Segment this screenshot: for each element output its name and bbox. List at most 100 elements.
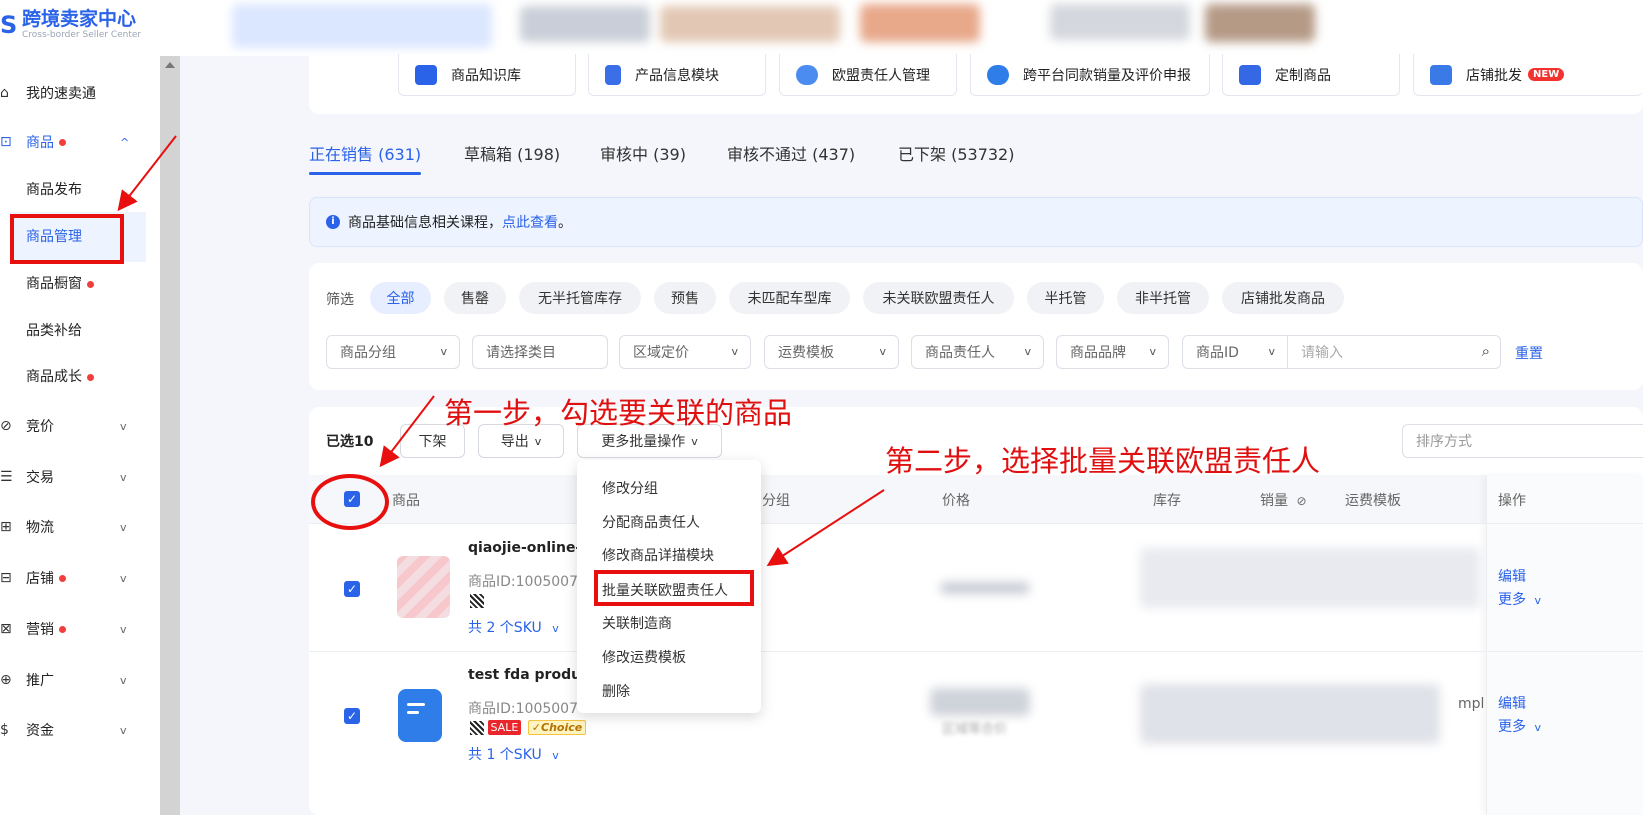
tool-label: 商品知识库 <box>451 67 521 84</box>
sidebar-item-label: 推广 <box>26 673 54 689</box>
help-icon[interactable]: ⊘ <box>1296 494 1306 508</box>
select-product-owner[interactable]: 商品责任人 v <box>911 335 1044 369</box>
menu-item-change-group[interactable]: 修改分组 <box>602 478 658 498</box>
tab-drafts[interactable]: 草稿箱 (198) <box>464 141 560 165</box>
filter-chip-shop-wholesale[interactable]: 店铺批发商品 <box>1222 282 1344 314</box>
notice-end: 。 <box>558 215 572 231</box>
tool-knowledge-base[interactable]: 商品知识库 <box>398 54 576 96</box>
chart-globe-icon <box>987 64 1009 85</box>
brand-mark-icon: S <box>0 10 18 39</box>
select-shipping-template[interactable]: 运费模板 v <box>764 335 899 369</box>
tool-shop-wholesale[interactable]: 店铺批发 NEW <box>1413 54 1643 96</box>
annotation-step-1: 第一步，勾选要关联的商品 <box>444 396 793 430</box>
chevron-down-icon: v <box>879 345 886 358</box>
column-header-stock: 库存 <box>1153 493 1181 509</box>
shop-icon: ⊟ <box>0 570 12 586</box>
reset-button[interactable]: 重置 <box>1515 343 1543 363</box>
sidebar-item-logistics[interactable]: ⊞ 物流 v <box>0 507 160 547</box>
tool-cross-platform-declaration[interactable]: 跨平台同款销量及评价申报 <box>970 54 1210 96</box>
menu-item-delete[interactable]: 删除 <box>602 681 630 701</box>
tab-review-failed[interactable]: 审核不通过 (437) <box>727 141 855 165</box>
filter-chip-sold-out[interactable]: 售罄 <box>444 282 506 314</box>
product-name[interactable]: test fda produc <box>468 667 578 683</box>
menu-item-link-manufacturer[interactable]: 关联制造商 <box>602 613 672 633</box>
chevron-down-icon: v <box>1268 345 1275 358</box>
blurred-header-block <box>1205 4 1315 42</box>
product-thumbnail[interactable] <box>397 556 450 618</box>
blurred-header-block <box>660 6 840 42</box>
sidebar-item-label: 资金 <box>26 723 54 739</box>
sku-count: 共 1 个SKU <box>468 747 542 763</box>
notice-link[interactable]: 点此查看 <box>502 212 558 232</box>
sidebar-item-home[interactable]: ⌂ 我的速卖通 <box>0 73 160 113</box>
filter-chip-all[interactable]: 全部 <box>370 282 431 314</box>
column-header-actions: 操作 <box>1498 493 1526 509</box>
sidebar-subitem-publish[interactable]: 商品发布 <box>26 175 82 205</box>
tab-under-review[interactable]: 审核中 (39) <box>600 141 686 165</box>
sidebar-item-products[interactable]: ⊡ 商品 ^ <box>0 122 160 162</box>
sku-count: 共 2 个SKU <box>468 620 542 636</box>
row-more-menu[interactable]: 更多 v <box>1498 589 1541 609</box>
filter-chip-semi-managed[interactable]: 半托管 <box>1027 282 1104 314</box>
filter-chip-no-eu-representative[interactable]: 未关联欧盟责任人 <box>863 282 1014 314</box>
chevron-down-icon: v <box>731 345 738 358</box>
search-placeholder: 请输入 <box>1301 345 1343 361</box>
product-thumbnail[interactable] <box>398 689 442 742</box>
filter-chip-no-semi-managed-stock[interactable]: 无半托管库存 <box>519 282 641 314</box>
edit-doc-icon <box>407 703 425 706</box>
qr-code-icon[interactable] <box>470 594 484 608</box>
sort-select[interactable]: 排序方式 <box>1402 424 1643 458</box>
row-more-menu[interactable]: 更多 v <box>1498 716 1541 736</box>
sku-toggle[interactable]: 共 2 个SKU v <box>468 617 559 637</box>
tool-eu-representative[interactable]: 欧盟责任人管理 <box>779 54 957 96</box>
menu-item-change-shipping-template[interactable]: 修改运费模板 <box>602 647 686 667</box>
column-header-price: 价格 <box>942 493 970 509</box>
tool-custom-products[interactable]: 定制商品 <box>1222 54 1400 96</box>
tab-on-sale[interactable]: 正在销售 (631) <box>309 141 421 165</box>
chevron-down-icon: v <box>1149 345 1156 358</box>
chevron-down-icon: v <box>120 571 127 585</box>
button-label: 更多批量操作 <box>601 434 686 450</box>
column-header-sales: 销量 ⊘ <box>1260 490 1307 510</box>
row-checkbox[interactable]: ✓ <box>344 581 360 597</box>
search-icon[interactable]: ⌕ <box>1482 342 1490 360</box>
sidebar-item-funds[interactable]: $ 资金 v <box>0 710 160 750</box>
menu-item-assign-owner[interactable]: 分配商品责任人 <box>602 512 700 532</box>
annotation-step-2: 第二步，选择批量关联欧盟责任人 <box>885 444 1321 478</box>
select-product-group[interactable]: 商品分组 v <box>326 335 460 369</box>
sort-placeholder: 排序方式 <box>1416 434 1472 450</box>
product-id-search-input[interactable]: 请输入 ⌕ <box>1287 335 1501 369</box>
filter-chip-no-vehicle-match[interactable]: 未匹配车型库 <box>729 282 850 314</box>
sidebar-scrollbar[interactable] <box>160 56 180 815</box>
sku-toggle[interactable]: 共 1 个SKU v <box>468 744 559 764</box>
sidebar-item-shop[interactable]: ⊟ 店铺 v <box>0 558 160 598</box>
tab-offline[interactable]: 已下架 (53732) <box>898 141 1014 165</box>
sidebar-item-promotion[interactable]: ⊕ 推广 v <box>0 660 160 700</box>
menu-item-change-detail-module[interactable]: 修改商品详描模块 <box>602 545 714 565</box>
sidebar-subitem-showcase[interactable]: 商品橱窗 <box>26 269 94 299</box>
brand-logo[interactable]: S 跨境卖家中心 Cross-border Seller Center <box>0 8 141 41</box>
sidebar-item-bidding[interactable]: ⊘ 竞价 v <box>0 406 160 446</box>
sidebar-item-trade[interactable]: ☰ 交易 v <box>0 457 160 497</box>
qr-code-icon[interactable] <box>470 721 484 735</box>
select-product-brand[interactable]: 商品品牌 v <box>1056 335 1169 369</box>
select-regional-pricing[interactable]: 区域定价 v <box>619 335 751 369</box>
sidebar-subitem-category-supply[interactable]: 品类补给 <box>26 316 82 346</box>
info-notice: i 商品基础信息相关课程， 点此查看 。 <box>309 197 1643 247</box>
scroll-up-arrow-icon[interactable] <box>165 62 175 68</box>
sidebar-subitem-growth[interactable]: 商品成长 <box>26 362 94 392</box>
product-tags: SALE ✓Choice <box>470 720 587 735</box>
filter-chip-presale[interactable]: 预售 <box>654 282 716 314</box>
row-checkbox[interactable]: ✓ <box>344 708 360 724</box>
product-name[interactable]: qiaojie-online-1 <box>468 540 578 556</box>
row-edit-link[interactable]: 编辑 <box>1498 566 1526 586</box>
tool-product-info-module[interactable]: 产品信息模块 <box>588 54 766 96</box>
tab-active-indicator <box>309 172 421 175</box>
select-category[interactable]: 请选择类目 <box>472 335 608 369</box>
tool-label: 定制商品 <box>1275 67 1331 84</box>
sidebar-item-marketing[interactable]: ⊠ 营销 v <box>0 609 160 649</box>
select-label: 运费模板 <box>778 345 834 361</box>
filter-chip-non-semi-managed[interactable]: 非半托管 <box>1117 282 1209 314</box>
select-product-id-type[interactable]: 商品ID v <box>1182 335 1288 369</box>
row-edit-link[interactable]: 编辑 <box>1498 693 1526 713</box>
